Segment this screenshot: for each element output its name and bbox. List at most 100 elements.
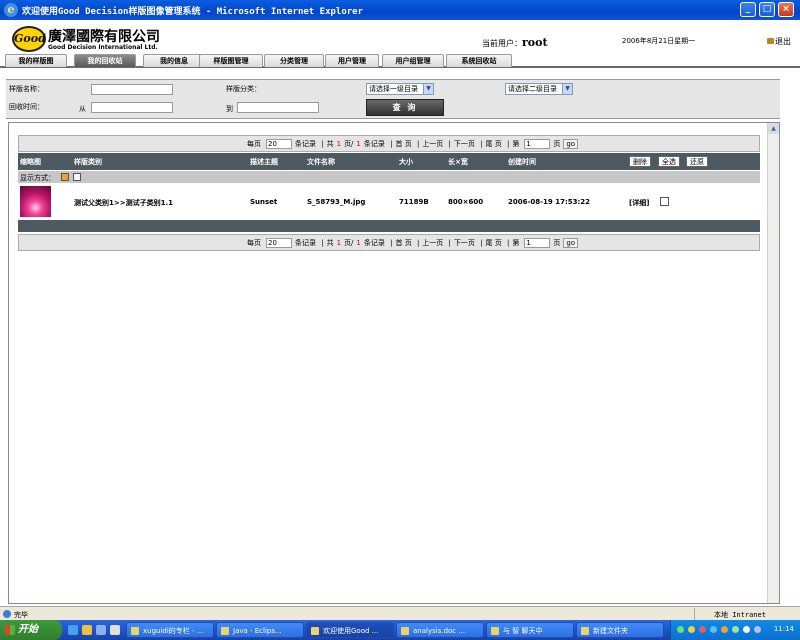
- tab-my-recycle-bin[interactable]: 我的回收站: [74, 54, 136, 67]
- per-page-input[interactable]: 20: [266, 238, 292, 248]
- ie-icon: [311, 627, 319, 635]
- per-page-prefix: 每页: [247, 140, 261, 148]
- task-item[interactable]: Java - Eclips...: [216, 622, 304, 638]
- first-page-link[interactable]: 首 页: [395, 239, 411, 247]
- pager-bottom: 每页 20 条记录 | 共 1 页/1 条记录 | 首 页 | 上一页 | 下一页 | 尾 页 | 第…: [18, 234, 760, 251]
- goto-page-input[interactable]: 1: [524, 238, 551, 248]
- table-row: 测试父类别1>>测试子类别1.1 Sunset S_58793_M.jpg 71…: [18, 184, 760, 220]
- site-header: Good 廣澤國際有限公司 Good Decision Internationa…: [0, 20, 800, 56]
- pager-top: 每页 20 条记录 | 共 1 页/1 条记录 | 首 页 | 上一页 | 下一页 | 尾 页 | 第…: [18, 135, 760, 152]
- volume-icon[interactable]: [743, 626, 750, 633]
- table-header: 缩略图 样版类别 描述主题 文件名称 大小 长×宽 创建时间 删除 全选 还原: [18, 153, 760, 170]
- lock-icon: [767, 38, 774, 44]
- first-page-link[interactable]: 首 页: [395, 140, 411, 148]
- per-page-prefix: 每页: [247, 239, 261, 247]
- prev-page-link[interactable]: 上一页: [422, 140, 443, 148]
- current-user-label: 当前用户：: [482, 39, 522, 48]
- window-titlebar[interactable]: e 欢迎使用Good Decision样版图像管理系统 - Microsoft …: [0, 0, 800, 20]
- tray-app-icon[interactable]: [732, 626, 739, 633]
- task-label: Java - Eclips...: [233, 627, 282, 635]
- browser-icon: [131, 627, 139, 635]
- last-page-link[interactable]: 尾 页: [486, 140, 502, 148]
- app-quicklaunch-icon[interactable]: [110, 625, 120, 635]
- category2-select[interactable]: 请选择二级目录 ▼: [505, 83, 573, 95]
- network-icon[interactable]: [677, 626, 684, 633]
- tab-category-management[interactable]: 分类管理: [264, 54, 324, 67]
- vertical-scrollbar[interactable]: ▲: [767, 123, 779, 603]
- chat-icon: [491, 627, 499, 635]
- select-all-button[interactable]: 全选: [658, 156, 680, 167]
- tray-app-icon[interactable]: [688, 626, 695, 633]
- ie-quicklaunch-icon[interactable]: [68, 625, 78, 635]
- explorer-quicklaunch-icon[interactable]: [82, 625, 92, 635]
- scroll-up-icon[interactable]: ▲: [768, 123, 779, 134]
- go-button[interactable]: go: [563, 139, 579, 149]
- tray-app-icon[interactable]: [754, 626, 761, 633]
- detail-link[interactable]: [详细]: [629, 198, 649, 208]
- minimize-button[interactable]: _: [740, 2, 756, 17]
- current-date: 2006年8月21日星期一: [622, 37, 696, 45]
- total-pages: 1: [336, 140, 342, 148]
- tray-app-icon[interactable]: [699, 626, 706, 633]
- row-checkbox[interactable]: [660, 197, 669, 206]
- ie-icon: e: [4, 3, 18, 17]
- go-button[interactable]: go: [563, 238, 579, 248]
- next-page-link[interactable]: 下一页: [454, 239, 475, 247]
- tray-app-icon[interactable]: [710, 626, 717, 633]
- logout-link[interactable]: 退出: [767, 36, 791, 47]
- tab-sample-management[interactable]: 样版图管理: [199, 54, 263, 67]
- thumbnail-image[interactable]: [20, 186, 51, 217]
- task-item[interactable]: analysis.doc ...: [396, 622, 484, 638]
- prev-page-link[interactable]: 上一页: [422, 239, 443, 247]
- list-view-icon[interactable]: [61, 173, 69, 181]
- total-pages: 1: [336, 239, 342, 247]
- tab-my-samples[interactable]: 我的样版图: [5, 54, 67, 67]
- category1-select[interactable]: 请选择一级目录 ▼: [366, 83, 434, 95]
- col-category: 样版类别: [74, 158, 102, 166]
- start-button[interactable]: 开始: [0, 620, 62, 640]
- folder-icon: [581, 627, 589, 635]
- row-created: 2006-08-19 17:53:22: [508, 198, 591, 206]
- col-filename: 文件名称: [307, 158, 335, 166]
- maximize-button[interactable]: □: [759, 2, 775, 17]
- task-item-active[interactable]: 欢迎使用Good ...: [306, 622, 394, 638]
- last-page-link[interactable]: 尾 页: [486, 239, 502, 247]
- desktop-quicklaunch-icon[interactable]: [96, 625, 106, 635]
- display-mode-label: 显示方式：: [20, 174, 55, 182]
- tab-my-info[interactable]: 我的信息: [143, 54, 205, 67]
- per-page-input[interactable]: 20: [266, 139, 292, 149]
- task-item[interactable]: 与 智 聊天中: [486, 622, 574, 638]
- grid-view-icon[interactable]: [73, 173, 81, 181]
- windows-taskbar: 开始 xuguidi的专栏 - ... Java - Eclips... 欢迎使…: [0, 620, 800, 640]
- goto-suffix: 页: [553, 140, 561, 148]
- next-page-link[interactable]: 下一页: [454, 140, 475, 148]
- restore-button[interactable]: 还原: [686, 156, 708, 167]
- task-item[interactable]: xuguidi的专栏 - ...: [126, 622, 214, 638]
- tab-system-recycle-bin[interactable]: 系统回收站: [446, 54, 512, 67]
- current-user: 当前用户：root: [482, 36, 548, 49]
- to-date-input[interactable]: [237, 102, 319, 113]
- name-input[interactable]: [91, 84, 173, 95]
- logout-label: 退出: [775, 37, 791, 46]
- tab-group-management[interactable]: 用户组管理: [382, 54, 444, 67]
- query-button[interactable]: 查 询: [366, 99, 444, 116]
- goto-page-input[interactable]: 1: [524, 139, 551, 149]
- task-label: 欢迎使用Good ...: [323, 627, 379, 635]
- delete-button[interactable]: 删除: [629, 156, 651, 167]
- current-user-name: root: [522, 36, 548, 49]
- total-pages-mid: 页/: [344, 239, 354, 247]
- col-size: 大小: [399, 158, 413, 166]
- close-button[interactable]: ×: [778, 2, 794, 17]
- tray-app-icon[interactable]: [721, 626, 728, 633]
- total-records-suffix: 条记录: [363, 239, 385, 247]
- row-dimensions: 800×600: [448, 198, 484, 206]
- col-dimensions: 长×宽: [448, 158, 468, 166]
- task-item[interactable]: 新建文件夹: [576, 622, 664, 638]
- from-date-input[interactable]: [91, 102, 173, 113]
- tab-user-management[interactable]: 用户管理: [325, 54, 379, 67]
- word-icon: [401, 627, 409, 635]
- col-thumbnail: 缩略图: [20, 158, 41, 166]
- logo-text: Good: [14, 32, 46, 45]
- total-records: 1: [356, 140, 361, 148]
- col-created: 创建时间: [508, 158, 536, 166]
